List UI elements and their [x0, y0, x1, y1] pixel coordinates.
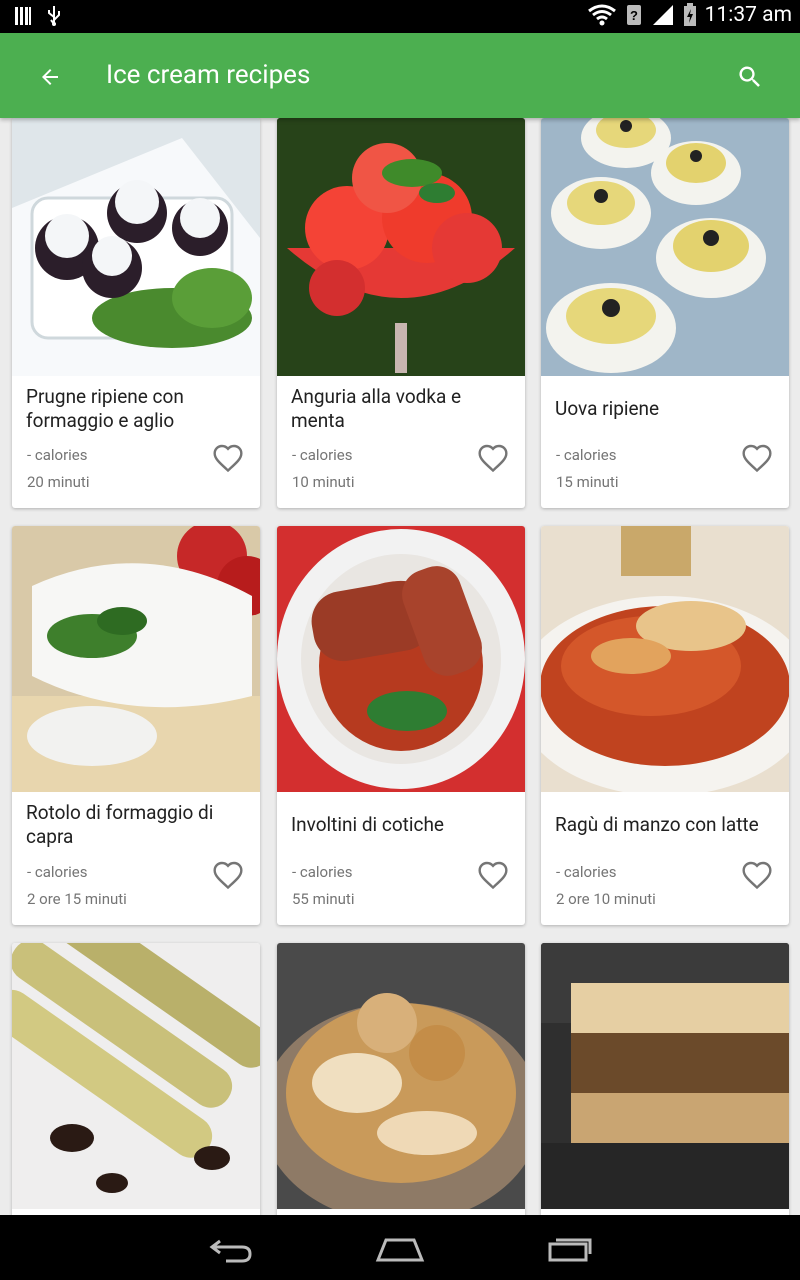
recipe-calories: - calories — [556, 446, 617, 464]
recipe-image-prugne — [12, 118, 260, 376]
sim-unknown-icon: ? — [626, 5, 641, 25]
signal-icon — [652, 5, 673, 25]
recipe-image-ragu — [541, 526, 789, 792]
recipe-image-anguria — [277, 118, 525, 376]
recipe-calories: - calories — [27, 446, 88, 464]
favorite-icon[interactable] — [741, 442, 773, 474]
recipe-calories: - calories — [292, 863, 353, 881]
recipe-image-crumble — [277, 943, 525, 1209]
recipe-grid: Prugne ripiene con formaggio e aglio - c… — [0, 118, 800, 1215]
sim-card-icon — [15, 7, 31, 25]
recipe-name: Anguria alla vodka e menta — [291, 385, 462, 432]
recipe-name: Involtini di cotiche — [291, 813, 444, 836]
favorite-icon[interactable] — [477, 859, 509, 891]
recipe-image-zucchine — [12, 943, 260, 1209]
recipe-time: 2 ore 10 minuti — [556, 890, 656, 908]
recipe-image-involtini — [277, 526, 525, 792]
recipe-card[interactable] — [12, 943, 260, 1215]
recipe-card[interactable]: Rotolo di formaggio di capra - calories … — [12, 526, 260, 925]
recipe-time: 15 minuti — [556, 473, 619, 491]
status-bar: ? 11:37 am — [0, 0, 800, 33]
usb-icon — [48, 6, 60, 26]
nav-recents-button[interactable] — [540, 1229, 600, 1269]
wifi-icon — [587, 4, 616, 26]
recipe-card[interactable]: Uova ripiene - calories 15 minuti — [541, 118, 789, 508]
recipe-time: 2 ore 15 minuti — [27, 890, 127, 908]
recipe-name: Rotolo di formaggio di capra — [26, 801, 214, 848]
favorite-icon[interactable] — [212, 442, 244, 474]
recipe-image-uova — [541, 118, 789, 376]
recipe-name: Ragù di manzo con latte — [555, 813, 759, 836]
page-title: Ice cream recipes — [106, 60, 311, 90]
recipe-calories: - calories — [27, 863, 88, 881]
svg-text:?: ? — [630, 8, 638, 23]
nav-home-icon — [375, 1238, 425, 1262]
search-icon — [739, 66, 760, 87]
status-time: 11:37 am — [704, 3, 792, 27]
navigation-bar — [0, 1215, 800, 1280]
recipe-name: Prugne ripiene con formaggio e aglio — [26, 385, 184, 432]
recipe-card[interactable]: Ragù di manzo con latte - calories 2 ore… — [541, 526, 789, 925]
favorite-icon[interactable] — [212, 859, 244, 891]
battery-charging-icon — [683, 3, 696, 26]
app-bar: Ice cream recipes — [0, 33, 800, 118]
nav-home-button[interactable] — [370, 1229, 430, 1269]
recipe-card[interactable] — [277, 943, 525, 1215]
recipe-time: 55 minuti — [292, 890, 355, 908]
favorite-icon[interactable] — [477, 442, 509, 474]
favorite-icon[interactable] — [741, 859, 773, 891]
nav-back-button[interactable] — [200, 1229, 260, 1269]
nav-back-icon — [209, 1239, 252, 1263]
recipe-time: 10 minuti — [292, 473, 355, 491]
recipe-time: 20 minuti — [27, 473, 90, 491]
recipe-calories: - calories — [292, 446, 353, 464]
back-button[interactable] — [30, 57, 70, 97]
recipe-name: Uova ripiene — [555, 397, 660, 420]
recipe-card[interactable]: Prugne ripiene con formaggio e aglio - c… — [12, 118, 260, 508]
recipe-calories: - calories — [556, 863, 617, 881]
search-button[interactable] — [728, 55, 772, 99]
recipe-card[interactable]: Anguria alla vodka e menta - calories 10… — [277, 118, 525, 508]
arrow-back-icon — [42, 69, 58, 85]
recipe-image-rotolo — [12, 526, 260, 792]
recipe-card[interactable]: Involtini di cotiche - calories 55 minut… — [277, 526, 525, 925]
nav-recents-icon — [548, 1238, 592, 1262]
recipe-image-torta — [541, 943, 789, 1209]
recipe-card[interactable] — [541, 943, 789, 1215]
